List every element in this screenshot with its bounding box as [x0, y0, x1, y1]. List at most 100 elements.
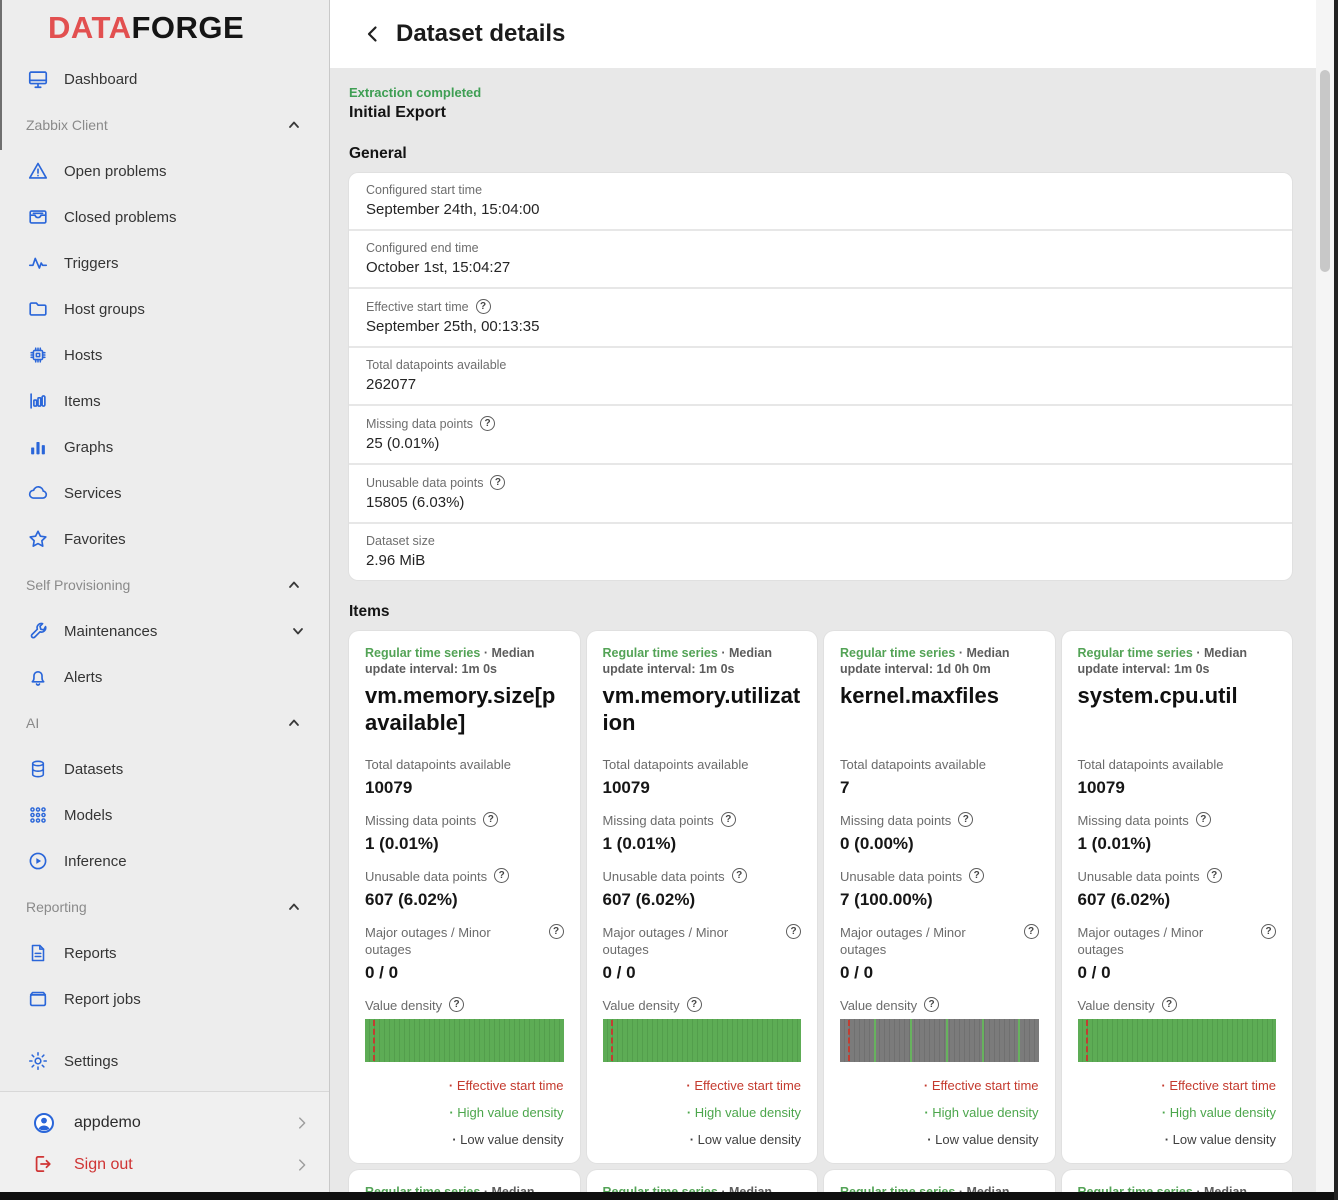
sidebar-item-graphs[interactable]: Graphs — [0, 424, 329, 470]
wrench-icon — [26, 619, 50, 643]
sidebar-item-reports[interactable]: Reports — [0, 930, 329, 976]
cloud-icon — [26, 481, 50, 505]
stat-label: Missing data points — [365, 812, 476, 829]
density-legend: Effective start time High value density … — [1078, 1078, 1277, 1147]
section-label: AI — [26, 715, 39, 731]
field-label: Effective start time — [366, 300, 469, 314]
scrollbar[interactable] — [1316, 0, 1334, 1200]
stat-label: Total datapoints available — [365, 756, 511, 773]
sidebar-item-label: Hosts — [64, 347, 102, 364]
help-icon[interactable]: ? — [687, 997, 702, 1012]
field-label: Missing data points — [366, 417, 473, 431]
sidebar-item-inference[interactable]: Inference — [0, 838, 329, 884]
help-icon[interactable]: ? — [958, 812, 973, 827]
stat-value: 10079 — [365, 778, 564, 798]
density-legend: Effective start time High value density … — [840, 1078, 1039, 1147]
chevron-up-icon — [287, 716, 301, 730]
window-edge-right — [1334, 0, 1338, 1200]
help-icon[interactable]: ? — [480, 416, 495, 431]
chevron-up-icon — [287, 900, 301, 914]
sidebar-section-zabbix-client[interactable]: Zabbix Client — [0, 102, 329, 148]
general-panel: Configured start time September 24th, 15… — [349, 173, 1292, 580]
item-aggregation: Median — [1204, 646, 1247, 660]
sidebar-item-maintenances[interactable]: Maintenances — [0, 608, 329, 654]
monitor-icon — [26, 67, 50, 91]
sidebar-section-self-provisioning[interactable]: Self Provisioning — [0, 562, 329, 608]
help-icon[interactable]: ? — [786, 924, 801, 939]
window-edge-left — [0, 0, 2, 150]
help-icon[interactable]: ? — [449, 997, 464, 1012]
sidebar-item-models[interactable]: Models — [0, 792, 329, 838]
user-menu[interactable]: appdemo — [0, 1102, 329, 1144]
item-type-badge: Regular time series · Median — [840, 645, 1039, 661]
help-icon[interactable]: ? — [1207, 868, 1222, 883]
sidebar-item-label: Inference — [64, 853, 127, 870]
item-type: Regular time series — [365, 646, 480, 660]
tray-icon — [26, 987, 50, 1011]
help-icon[interactable]: ? — [494, 868, 509, 883]
scrollbar-thumb[interactable] — [1320, 70, 1330, 272]
section-label: Zabbix Client — [26, 117, 108, 133]
sidebar-item-report-jobs[interactable]: Report jobs — [0, 976, 329, 1022]
item-aggregation: Median — [491, 646, 534, 660]
pulse-icon — [26, 251, 50, 275]
sidebar-item-triggers[interactable]: Triggers — [0, 240, 329, 286]
density-legend: Effective start time High value density … — [365, 1078, 564, 1147]
help-icon[interactable]: ? — [732, 868, 747, 883]
stat-label: Major outages / Minor outages — [603, 924, 758, 958]
field-value: October 1st, 15:04:27 — [366, 259, 1275, 276]
value-density-bar — [840, 1019, 1039, 1062]
sign-out-button[interactable]: Sign out — [0, 1144, 329, 1186]
effective-start-marker — [373, 1020, 375, 1061]
general-row: Configured end time October 1st, 15:04:2… — [349, 231, 1292, 289]
sidebar-item-dashboard[interactable]: Dashboard — [0, 56, 329, 102]
stat-label: Value density — [1078, 997, 1155, 1014]
help-icon[interactable]: ? — [1162, 997, 1177, 1012]
help-icon[interactable]: ? — [483, 812, 498, 827]
sidebar-section-ai[interactable]: AI — [0, 700, 329, 746]
help-icon[interactable]: ? — [1024, 924, 1039, 939]
sidebar-section-reporting[interactable]: Reporting — [0, 884, 329, 930]
help-icon[interactable]: ? — [924, 997, 939, 1012]
stat-label: Value density — [840, 997, 917, 1014]
badge-separator: · — [721, 646, 725, 660]
sidebar-item-host-groups[interactable]: Host groups — [0, 286, 329, 332]
item-name: vm.memory.utilization — [603, 682, 802, 742]
sidebar-item-label: Report jobs — [64, 991, 141, 1008]
sidebar-item-services[interactable]: Services — [0, 470, 329, 516]
sidebar-item-open-problems[interactable]: Open problems — [0, 148, 329, 194]
sidebar-item-label: Settings — [64, 1053, 118, 1070]
play-circle-icon — [26, 849, 50, 873]
effective-start-marker — [1086, 1020, 1088, 1061]
database-icon — [26, 757, 50, 781]
legend-low-value-density: Low value density — [365, 1132, 564, 1147]
stat-label: Missing data points — [840, 812, 951, 829]
sidebar-item-closed-problems[interactable]: Closed problems — [0, 194, 329, 240]
star-icon — [26, 527, 50, 551]
sidebar-item-favorites[interactable]: Favorites — [0, 516, 329, 562]
help-icon[interactable]: ? — [969, 868, 984, 883]
sidebar-item-datasets[interactable]: Datasets — [0, 746, 329, 792]
sidebar-item-alerts[interactable]: Alerts — [0, 654, 329, 700]
help-icon[interactable]: ? — [476, 299, 491, 314]
logout-icon — [32, 1153, 56, 1177]
item-name: kernel.maxfiles — [840, 682, 1039, 742]
sidebar-item-hosts[interactable]: Hosts — [0, 332, 329, 378]
sidebar-item-settings[interactable]: Settings — [0, 1038, 329, 1084]
general-row: Unusable data points? 15805 (6.03%) — [349, 465, 1292, 524]
bell-icon — [26, 665, 50, 689]
help-icon[interactable]: ? — [721, 812, 736, 827]
stat-value: 1 (0.01%) — [1078, 834, 1277, 854]
sidebar-item-label: Dashboard — [64, 71, 137, 88]
help-icon[interactable]: ? — [490, 475, 505, 490]
sidebar-item-items[interactable]: Items — [0, 378, 329, 424]
sidebar-item-label: Favorites — [64, 531, 126, 548]
sidebar-item-label: Closed problems — [64, 209, 177, 226]
legend-high-value-density: High value density — [840, 1105, 1039, 1120]
help-icon[interactable]: ? — [1261, 924, 1276, 939]
sidebar-item-label: Host groups — [64, 301, 145, 318]
archive-icon — [26, 205, 50, 229]
back-button[interactable] — [360, 21, 386, 47]
help-icon[interactable]: ? — [549, 924, 564, 939]
help-icon[interactable]: ? — [1196, 812, 1211, 827]
